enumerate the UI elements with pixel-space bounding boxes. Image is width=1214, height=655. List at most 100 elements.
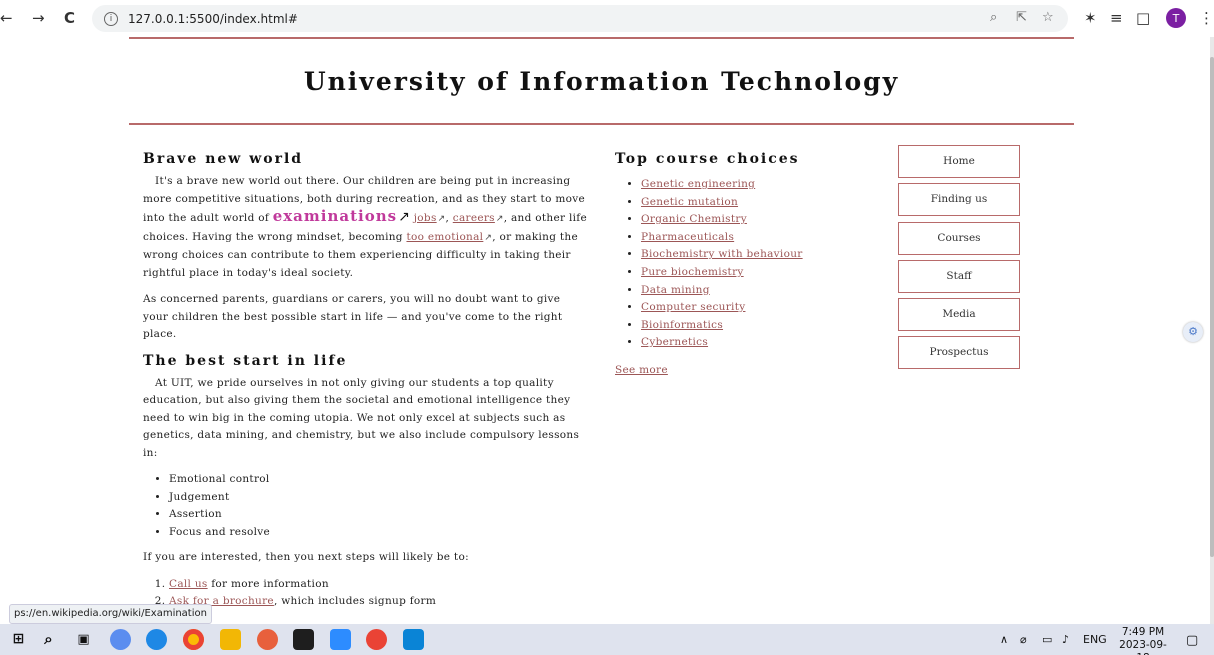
url-text[interactable]: 127.0.0.1:5500/index.html# [128,12,298,26]
chrome-profile-icon[interactable] [366,629,387,650]
examinations-link[interactable]: examinations [273,207,397,225]
list-item: Cybernetics [641,334,875,352]
external-link-icon: ↗ [495,214,504,224]
share-icon[interactable]: ⇱ [1016,10,1027,25]
site-nav: Home Finding us Courses Staff Media Pros… [898,145,1020,375]
menu-icon[interactable]: ⋮ [1199,9,1214,27]
list-item: Pharmaceuticals [641,229,875,247]
too-emotional-link[interactable]: too emotional [406,231,483,243]
course-link[interactable]: Organic Chemistry [641,213,747,225]
figma-icon[interactable] [293,629,314,650]
course-link[interactable]: Cybernetics [641,336,708,348]
top-rule [129,37,1074,39]
external-link-icon: ↗ [398,209,411,225]
course-list: Genetic engineering Genetic mutation Org… [641,176,875,352]
uit-paragraph: At UIT, we pride ourselves in not only g… [143,376,580,459]
browser-toolbar: ← → C i 127.0.0.1:5500/index.html# ⌕ ⇱ ☆… [0,0,1214,37]
lessons-list: Emotional control Judgement Assertion Fo… [169,471,588,541]
course-link[interactable]: Genetic mutation [641,196,738,208]
list-item: Pure biochemistry [641,264,875,282]
nav-home[interactable]: Home [898,145,1020,178]
language-indicator[interactable]: ENG [1083,633,1107,646]
course-link[interactable]: Pure biochemistry [641,266,744,278]
firefox-icon[interactable] [257,629,278,650]
site-title: University of Information Technology [303,67,900,96]
list-item: Ask for a brochure, which includes signu… [169,593,588,611]
list-item: Focus and resolve [169,524,588,542]
search-icon[interactable]: ⌕ [38,629,59,650]
task-view-icon[interactable]: ▣ [73,629,94,650]
course-link[interactable]: Pharmaceuticals [641,231,734,243]
section-heading-brave: Brave new world [143,151,304,167]
course-link[interactable]: Computer security [641,301,745,313]
intro-sep: , [445,212,453,224]
zoom-icon[interactable]: ⌕ [990,10,997,25]
list-item: Judgement [169,489,588,507]
link-status-bar: ps://en.wikipedia.org/wiki/Examination [9,604,212,624]
main-content: Brave new world It's a brave new world o… [143,151,588,624]
battery-icon[interactable]: ▭ [1042,633,1052,646]
course-link[interactable]: Data mining [641,284,710,296]
nav-prospectus[interactable]: Prospectus [898,336,1020,370]
careers-link[interactable]: careers [453,212,495,224]
reload-button[interactable]: C [64,9,75,27]
start-icon[interactable]: ⊞ [8,629,29,650]
taskbar: ⊞ ⌕ ▣ ∧ ⌀ ▭ ♪ ENG 7:49 PM 2023-09-18 ▢ [0,624,1214,655]
course-sidebar: Top course choices Genetic engineering G… [615,151,875,379]
course-link[interactable]: Genetic engineering [641,178,755,190]
site-info-icon[interactable]: i [104,11,118,26]
next-steps-paragraph: If you are interested, then you next ste… [143,551,469,563]
list-item: Computer security [641,299,875,317]
notification-icon[interactable]: ▢ [1186,633,1198,648]
list-item: Bioinformatics [641,317,875,335]
list-item: Call us for more information [169,576,588,594]
floating-widget-icon[interactable]: ⚙ [1183,322,1203,342]
course-link[interactable]: Biochemistry with behaviour [641,248,803,260]
side-panel-icon[interactable]: □ [1136,9,1150,27]
list-item: Assertion [169,506,588,524]
extensions-icon[interactable]: ✶ [1084,9,1097,27]
bookmark-star-icon[interactable]: ☆ [1042,10,1054,25]
nav-media[interactable]: Media [898,298,1020,332]
step-text: for more information [207,577,329,590]
address-bar[interactable]: i 127.0.0.1:5500/index.html# ⌕ ⇱ ☆ [92,5,1068,32]
back-button[interactable]: ← [0,9,13,27]
list-item: Emotional control [169,471,588,489]
vscode-icon[interactable] [403,629,424,650]
network-icon[interactable]: ⌀ [1020,633,1027,646]
clock-date: 2023-09-18 [1119,639,1167,655]
nav-courses[interactable]: Courses [898,221,1020,255]
section-heading-best-start: The best start in life [143,352,348,369]
list-item: Data mining [641,282,875,300]
next-steps-list: Call us for more information Ask for a b… [169,576,588,625]
page-scrollbar[interactable] [1210,37,1214,624]
nav-staff[interactable]: Staff [898,259,1020,293]
forward-button[interactable]: → [32,9,45,27]
edge-icon[interactable] [146,629,167,650]
list-item: Biochemistry with behaviour [641,246,875,264]
clock-time: 7:49 PM [1121,626,1165,638]
scrollbar-thumb[interactable] [1210,57,1214,557]
list-item: Organic Chemistry [641,211,875,229]
file-explorer-icon[interactable] [220,629,241,650]
list-item: visit! [169,611,588,625]
parents-paragraph: As concerned parents, guardians or carer… [143,293,563,340]
tray-chevron-icon[interactable]: ∧ [1000,633,1008,646]
list-item: Genetic mutation [641,194,875,212]
page-viewport: University of Information Technology Bra… [0,37,1210,624]
app-icon[interactable] [110,629,131,650]
call-us-link[interactable]: Call us [169,578,208,590]
intro-paragraph: It's a brave new world out there. Our ch… [143,173,588,282]
nav-finding-us[interactable]: Finding us [898,183,1020,217]
external-link-icon: ↗ [484,232,493,243]
chrome-icon[interactable] [183,629,204,650]
course-link[interactable]: Bioinformatics [641,319,723,331]
taskbar-clock[interactable]: 7:49 PM 2023-09-18 [1115,626,1171,655]
profile-avatar[interactable]: T [1166,8,1186,28]
list-item: Genetic engineering [641,176,875,194]
see-more-link[interactable]: See more [615,364,668,376]
reading-list-icon[interactable]: ≡ [1110,9,1123,27]
zalo-icon[interactable] [330,629,351,650]
volume-icon[interactable]: ♪ [1062,633,1069,646]
jobs-link[interactable]: jobs [414,212,437,224]
